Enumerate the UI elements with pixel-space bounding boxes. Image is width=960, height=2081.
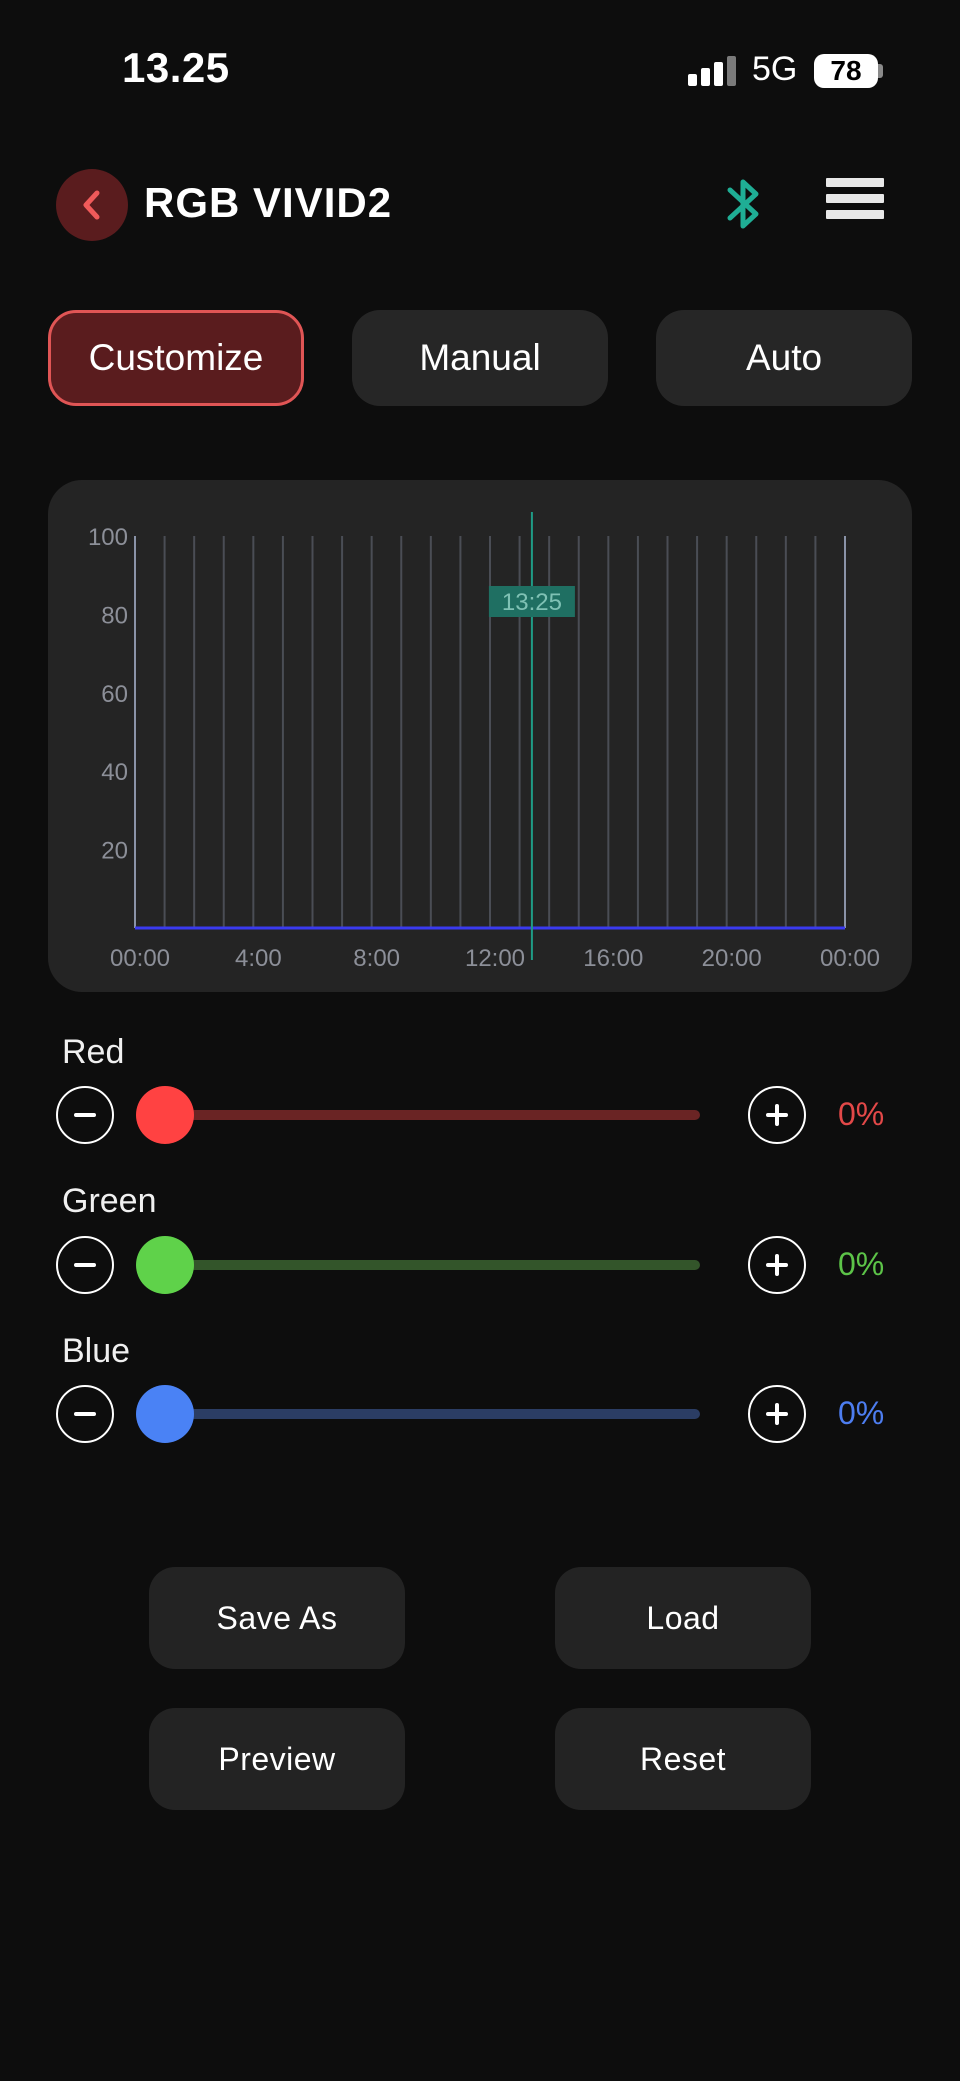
red-percent-value: 0% [838, 1096, 885, 1132]
blue-channel-label: Blue [62, 1332, 131, 1370]
red-slider-handle[interactable] [136, 1086, 194, 1144]
tab-auto[interactable]: Auto [656, 310, 912, 406]
network-type: 5G [752, 50, 798, 88]
schedule-chart-svg[interactable]: 100 80 60 40 20 00:00 4:00 8:00 12:00 16:00 20:00 0… [48, 480, 912, 992]
blue-decrease-button[interactable] [56, 1385, 114, 1443]
chevron-left-icon [83, 190, 100, 220]
green-channel-label: Green [62, 1182, 157, 1220]
red-increase-button[interactable] [748, 1086, 806, 1144]
minus-icon [74, 1412, 96, 1416]
green-decrease-button[interactable] [56, 1236, 114, 1294]
back-button[interactable] [56, 169, 128, 241]
bluetooth-icon[interactable] [722, 176, 768, 232]
y-tick-label: 20 [101, 838, 128, 865]
x-tick-label: 20:00 [702, 945, 762, 972]
green-slider-track[interactable] [162, 1260, 700, 1270]
x-tick-label: 00:00 [820, 945, 880, 972]
battery-icon: 78 [814, 54, 878, 88]
x-tick-label: 4:00 [235, 945, 282, 972]
blue-slider-track[interactable] [162, 1409, 700, 1419]
preview-button[interactable]: Preview [149, 1708, 405, 1810]
status-time: 13.25 [122, 44, 230, 91]
minus-icon [74, 1113, 96, 1117]
y-tick-label: 100 [88, 524, 128, 551]
current-time-label: 13:25 [502, 589, 562, 616]
page-title: RGB VIVID2 [144, 179, 393, 226]
battery-tip [878, 64, 883, 78]
red-decrease-button[interactable] [56, 1086, 114, 1144]
blue-increase-button[interactable] [748, 1385, 806, 1443]
save-as-button[interactable]: Save As [149, 1567, 405, 1669]
x-tick-label: 00:00 [110, 945, 170, 972]
y-tick-label: 40 [101, 759, 128, 786]
blue-percent-value: 0% [838, 1395, 885, 1431]
load-button[interactable]: Load [555, 1567, 811, 1669]
green-percent-value: 0% [838, 1246, 885, 1282]
minus-icon [74, 1263, 96, 1267]
y-tick-label: 60 [101, 681, 128, 708]
x-tick-label: 8:00 [353, 945, 400, 972]
hamburger-menu-icon[interactable] [826, 178, 884, 230]
green-slider-handle[interactable] [136, 1236, 194, 1294]
y-tick-label: 80 [101, 602, 128, 629]
tab-manual[interactable]: Manual [352, 310, 608, 406]
red-slider-track[interactable] [162, 1110, 700, 1120]
reset-button[interactable]: Reset [555, 1708, 811, 1810]
cellular-signal-icon [688, 56, 736, 86]
schedule-chart[interactable]: 100 80 60 40 20 00:00 4:00 8:00 12:00 16:00 20:00 0… [48, 480, 912, 992]
green-increase-button[interactable] [748, 1236, 806, 1294]
x-tick-label: 12:00 [465, 945, 525, 972]
tab-customize[interactable]: Customize [48, 310, 304, 406]
blue-slider-handle[interactable] [136, 1385, 194, 1443]
red-channel-label: Red [62, 1033, 125, 1071]
x-tick-label: 16:00 [583, 945, 643, 972]
